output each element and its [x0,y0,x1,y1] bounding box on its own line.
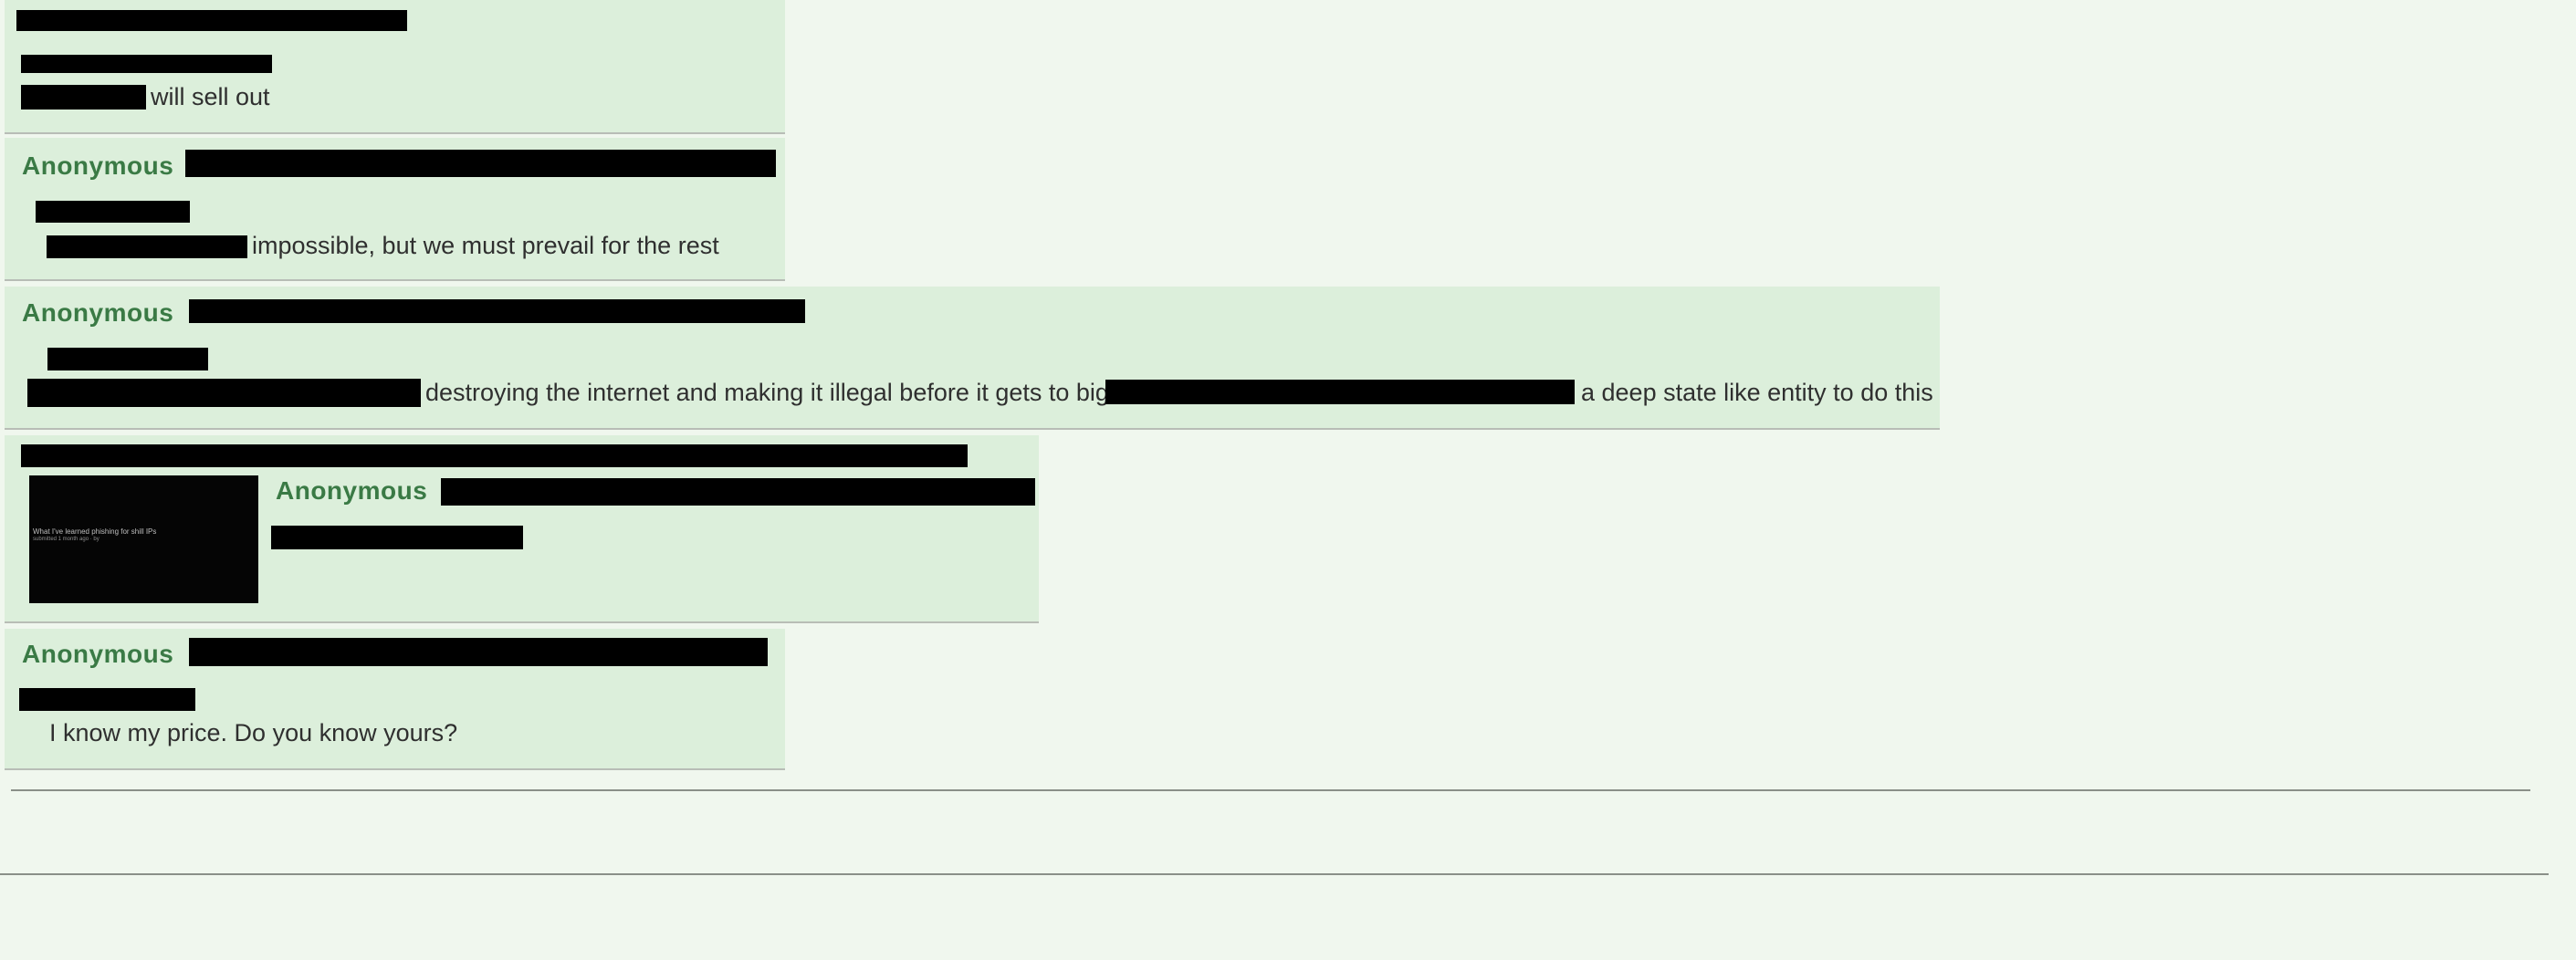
text-redaction [1105,380,1575,404]
page-divider [0,873,2549,875]
reply-post: Anonymous destroying the internet and ma… [5,287,1940,430]
thread-divider [11,789,2530,791]
post-thumbnail[interactable]: What I've learned phishing for shill IPs… [29,475,258,603]
poster-name: Anonymous [22,640,174,668]
post-header-redaction [185,150,776,177]
quote-link-redaction [47,348,208,370]
post-text: destroying the internet and making it il… [425,379,1123,406]
quote-link-redaction [19,688,195,711]
file-info-redaction [21,444,968,467]
quote-link-redaction [36,201,190,223]
poster-name: Anonymous [22,298,174,327]
post-text: will sell out [151,83,270,110]
post-text: I know my price. Do you know yours? [49,719,458,746]
poster-name: Anonymous [22,151,174,180]
post-text-tail: a deep state like entity to do this [1581,379,1933,406]
text-redaction [47,235,247,258]
post-header-redaction [16,10,407,31]
thumbnail-subcaption: submitted 1 month ago · by [33,537,99,542]
poster-name: Anonymous [276,476,428,505]
post-header-redaction [441,478,1035,506]
text-redaction [27,379,421,407]
quote-link-redaction [21,55,272,73]
post-text: impossible, but we must prevail for the … [252,232,719,259]
quote-link-redaction [271,526,523,549]
reply-post: will sell out [5,0,785,134]
text-redaction [21,85,146,110]
post-header-redaction [189,299,805,323]
reply-post: What I've learned phishing for shill IPs… [5,435,1039,623]
thumbnail-caption: What I've learned phishing for shill IPs [33,527,157,536]
post-header-redaction [189,638,768,666]
reply-post: Anonymous impossible, but we must prevai… [5,138,785,281]
reply-post: Anonymous I know my price. Do you know y… [5,629,785,770]
